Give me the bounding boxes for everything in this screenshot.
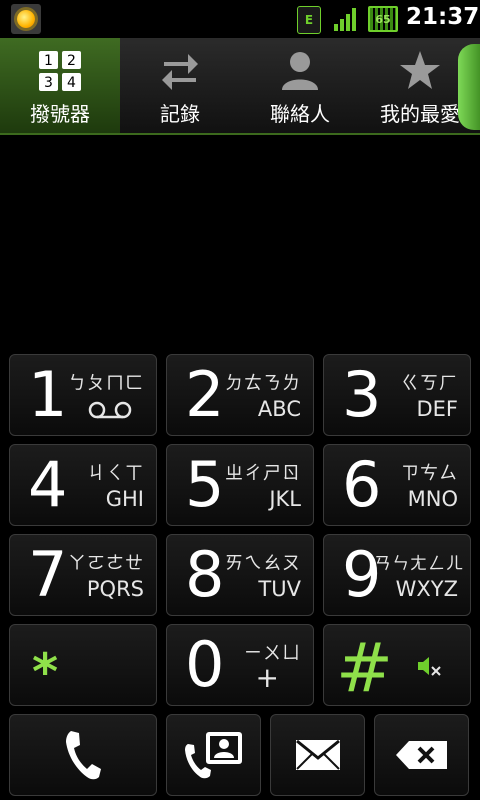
key-digit: # (336, 629, 393, 708)
key-bopomofo: ㄅㄆㄇㄈ (68, 373, 144, 394)
dialpad-icon: 1 2 3 4 (39, 51, 81, 91)
call-log-icon (162, 54, 198, 90)
tab-dialer[interactable]: 1 2 3 4 撥號器 (0, 38, 120, 133)
tab-label: 記錄 (160, 102, 200, 126)
key-3[interactable]: 3 ㄍㄎㄏ DEF (323, 354, 471, 436)
key-star[interactable]: * (9, 624, 157, 706)
mute-icon (418, 657, 441, 676)
key-7[interactable]: 7 ㄚㄛㄜㄝ PQRS (9, 534, 157, 616)
svg-text:2: 2 (67, 53, 76, 69)
svg-text:4: 4 (67, 75, 76, 91)
key-digit: 8 (185, 538, 225, 611)
tab-bar: 1 2 3 4 撥號器 記錄 聯絡人 我的最愛 (0, 38, 480, 135)
key-digit: * (32, 643, 59, 701)
key-hash[interactable]: # (323, 624, 471, 708)
key-5[interactable]: 5 ㄓㄔㄕㄖ JKL (166, 444, 314, 526)
key-digit: 5 (185, 448, 225, 521)
key-bopomofo: ㄐㄑㄒ (87, 463, 144, 484)
battery-icon: 65 (368, 6, 398, 32)
key-digit: 9 (342, 538, 382, 611)
key-8[interactable]: 8 ㄞㄟㄠㄡ TUV (166, 534, 314, 616)
key-digit: 7 (28, 538, 68, 611)
delete-button[interactable] (374, 714, 469, 796)
key-letters: ABC (257, 397, 301, 421)
key-letters: TUV (258, 577, 301, 601)
key-bopomofo: ㄉㄊㄋㄌ (225, 373, 301, 394)
key-2[interactable]: 2 ㄉㄊㄋㄌ ABC (166, 354, 314, 436)
edge-data-icon: E (297, 6, 321, 34)
key-digit: 2 (185, 358, 225, 431)
key-letters: JKL (269, 487, 301, 511)
key-6[interactable]: 6 ㄗㄘㄙ MNO (323, 444, 471, 526)
key-letters: WXYZ (395, 577, 458, 601)
key-bopomofo: ㄞㄟㄠㄡ (225, 553, 301, 574)
key-bopomofo: ㄗㄘㄙ (401, 463, 458, 484)
key-digit: 0 (185, 628, 225, 701)
brightness-icon[interactable] (11, 4, 41, 34)
tab-label: 撥號器 (30, 102, 90, 126)
key-digit: 3 (342, 358, 382, 431)
call-button[interactable] (9, 714, 157, 796)
tab-label: 我的最愛 (380, 102, 460, 126)
tab-scroll-indicator (458, 44, 480, 130)
key-letters: GHI (105, 487, 144, 511)
key-0[interactable]: 0 ㄧㄨㄩ + (166, 624, 314, 706)
backspace-icon (395, 741, 447, 769)
status-bar: E 65 21:37 (0, 0, 480, 38)
clock: 21:37 (406, 4, 480, 30)
phone-icon (66, 731, 101, 780)
key-9[interactable]: 9 ㄢㄣㄤㄥㄦ WXYZ (323, 534, 471, 616)
key-bopomofo: ㄍㄎㄏ (401, 373, 458, 394)
key-digit: 6 (342, 448, 382, 521)
key-bopomofo: ㄚㄛㄜㄝ (68, 553, 144, 574)
key-bopomofo: ㄢㄣㄤㄥㄦ (374, 554, 464, 574)
star-icon (400, 51, 440, 89)
key-letters: DEF (416, 397, 458, 421)
key-bopomofo: ㄓㄔㄕㄖ (225, 463, 301, 484)
key-1[interactable]: 1 ㄅㄆㄇㄈ (9, 354, 157, 436)
key-letters: + (255, 661, 279, 694)
send-message-button[interactable] (270, 714, 365, 796)
key-digit: 4 (28, 448, 68, 521)
envelope-icon (295, 739, 340, 770)
voicemail-icon (88, 401, 132, 419)
phone-contact-icon (184, 732, 242, 779)
svg-text:3: 3 (44, 75, 53, 91)
key-4[interactable]: 4 ㄐㄑㄒ GHI (9, 444, 157, 526)
key-digit: 1 (28, 358, 68, 431)
contacts-icon (282, 52, 318, 90)
add-to-contacts-button[interactable] (166, 714, 261, 796)
tab-label: 聯絡人 (270, 102, 330, 126)
tab-contacts[interactable]: 聯絡人 (240, 38, 360, 133)
tab-call-log[interactable]: 記錄 (120, 38, 240, 133)
svg-text:1: 1 (44, 53, 53, 69)
key-letters: PQRS (86, 577, 144, 601)
key-letters: MNO (407, 487, 458, 511)
signal-icon (334, 8, 356, 31)
